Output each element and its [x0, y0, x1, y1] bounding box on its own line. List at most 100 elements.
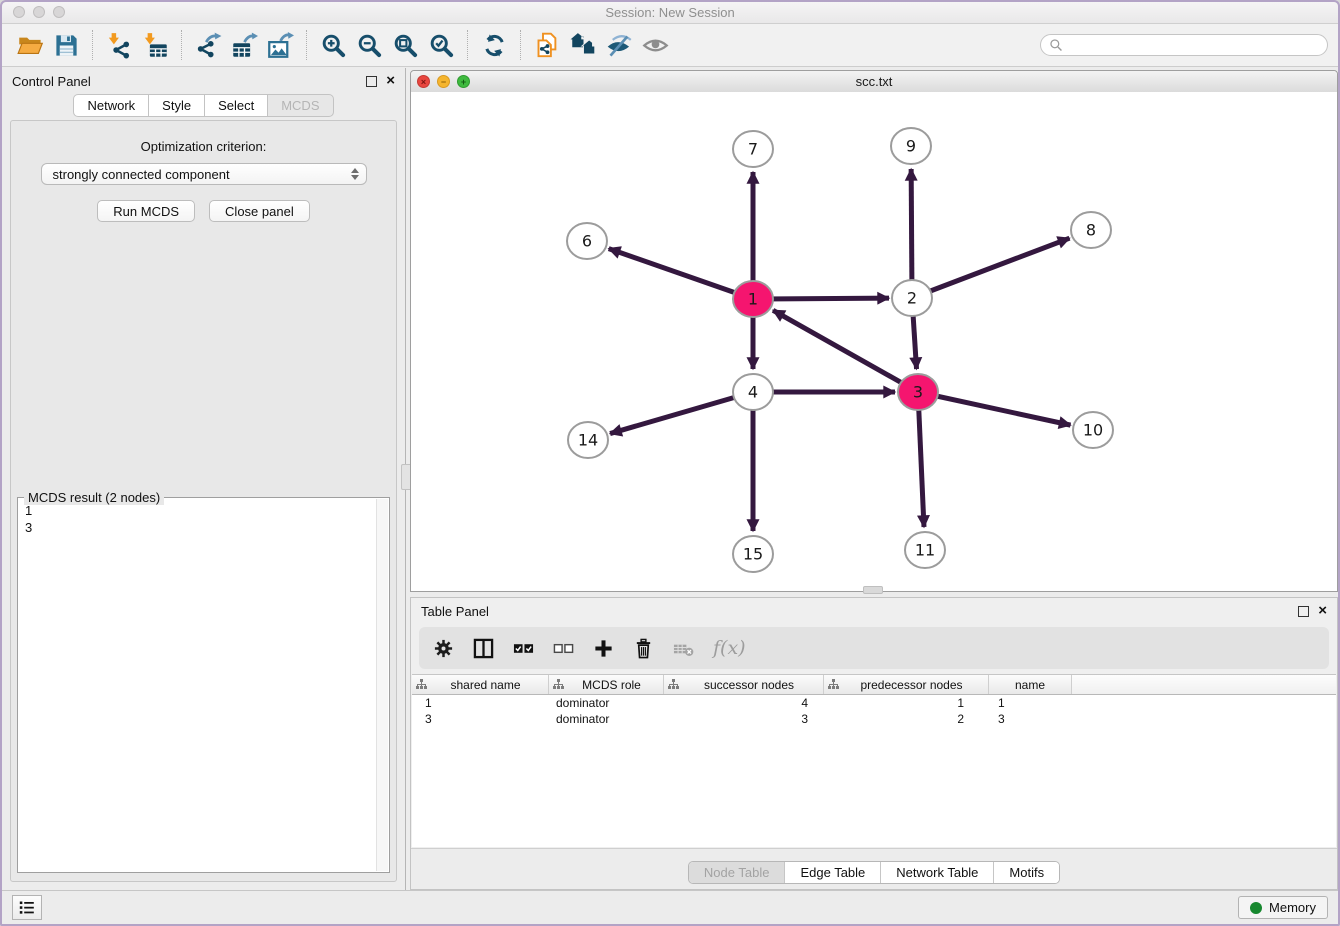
tab-node-table[interactable]: Node Table [689, 862, 785, 883]
result-item[interactable]: 3 [25, 519, 382, 536]
open-session-button[interactable] [12, 28, 48, 62]
open-folder-icon [17, 32, 44, 59]
graph-node-14[interactable]: 14 [568, 422, 608, 458]
graph-node-2[interactable]: 2 [892, 280, 932, 316]
save-session-button[interactable] [48, 28, 84, 62]
show-all-button[interactable] [637, 28, 673, 62]
tab-network-table[interactable]: Network Table [880, 862, 993, 883]
table-header: shared name MCDS role successor nodes pr… [412, 674, 1336, 695]
column-header-mcds-role[interactable]: MCDS role [549, 675, 664, 694]
graph-node-6[interactable]: 6 [567, 223, 607, 259]
graph-node-10[interactable]: 10 [1073, 412, 1113, 448]
graph-node-7[interactable]: 7 [733, 131, 773, 167]
tab-mcds[interactable]: MCDS [267, 94, 333, 117]
delete-columns-button[interactable] [633, 635, 654, 661]
network-window-titlebar: × − + scc.txt [411, 71, 1337, 93]
float-table-panel-icon[interactable] [1298, 606, 1309, 617]
control-panel-title: Control Panel [12, 74, 91, 89]
column-header-name[interactable]: name [989, 675, 1072, 694]
import-network-button[interactable] [101, 28, 137, 62]
graph-edge-2-9[interactable] [911, 169, 912, 298]
table-panel: Table Panel × [410, 597, 1338, 890]
select-all-columns-button[interactable] [513, 635, 534, 661]
graph-node-15[interactable]: 15 [733, 536, 773, 572]
network-title: scc.txt [411, 74, 1337, 89]
clone-network-button[interactable] [529, 28, 565, 62]
unselect-all-columns-button[interactable] [553, 635, 574, 661]
result-scrollbar[interactable] [376, 499, 388, 871]
import-table-button[interactable] [137, 28, 173, 62]
search-input[interactable] [1068, 37, 1319, 54]
run-mcds-button[interactable]: Run MCDS [97, 200, 195, 222]
tab-edge-table[interactable]: Edge Table [784, 862, 880, 883]
zoom-selected-button[interactable] [423, 28, 459, 62]
graph-node-8[interactable]: 8 [1071, 212, 1111, 248]
zoom-fit-icon [392, 32, 419, 59]
export-table-button[interactable] [226, 28, 262, 62]
svg-text:1: 1 [748, 290, 758, 309]
export-network-button[interactable] [190, 28, 226, 62]
optimization-criterion-select[interactable]: strongly connected component [41, 163, 367, 185]
tab-style[interactable]: Style [148, 94, 205, 117]
graph-edge-4-14[interactable] [610, 392, 753, 434]
zoom-in-icon [320, 32, 347, 59]
unchecked-boxes-icon [553, 638, 574, 659]
zoom-fit-button[interactable] [387, 28, 423, 62]
graph-node-9[interactable]: 9 [891, 128, 931, 164]
show-columns-button[interactable] [473, 635, 494, 661]
zoom-out-button[interactable] [351, 28, 387, 62]
float-panel-icon[interactable] [366, 76, 377, 87]
window-title: Session: New Session [2, 5, 1338, 20]
clone-network-icon [534, 32, 561, 59]
eye-icon [642, 32, 669, 59]
graph-edge-3-11[interactable] [918, 392, 924, 527]
svg-text:15: 15 [743, 545, 763, 564]
trash-icon [633, 638, 654, 659]
memory-button[interactable]: Memory [1238, 896, 1328, 919]
graph-node-1[interactable]: 1 [733, 281, 773, 317]
zoom-in-button[interactable] [315, 28, 351, 62]
table-row[interactable]: 1 dominator 4 1 1 [412, 695, 1336, 711]
main-titlebar: Session: New Session [2, 2, 1338, 24]
network-view-window: × − + scc.txt 7 9 6 8 1 2 4 3 14 10 15 11 [410, 70, 1338, 592]
tab-network[interactable]: Network [73, 94, 149, 117]
graph-edge-1-6[interactable] [609, 249, 753, 299]
save-floppy-icon [53, 32, 80, 59]
network-graph-canvas[interactable]: 7 9 6 8 1 2 4 3 14 10 15 11 [411, 92, 1337, 591]
close-panel-button[interactable]: Close panel [209, 200, 310, 222]
tab-select[interactable]: Select [204, 94, 268, 117]
column-header-successor-nodes[interactable]: successor nodes [664, 675, 824, 694]
graph-edge-3-10[interactable] [918, 392, 1071, 425]
create-column-button[interactable] [593, 635, 614, 661]
hierarchy-icon [828, 679, 839, 690]
graph-node-3[interactable]: 3 [898, 374, 938, 410]
result-item[interactable]: 1 [25, 502, 382, 519]
graph-node-11[interactable]: 11 [905, 532, 945, 568]
svg-text:9: 9 [906, 137, 916, 156]
first-neighbors-button[interactable] [565, 28, 601, 62]
function-builder-button[interactable]: f(x) [713, 635, 746, 661]
graph-edge-3-1[interactable] [773, 310, 918, 392]
horizontal-splitter-handle[interactable] [863, 586, 883, 594]
tab-motifs[interactable]: Motifs [993, 862, 1059, 883]
table-settings-button[interactable] [433, 635, 454, 661]
import-network-icon [106, 32, 133, 59]
toolbar-separator [467, 30, 468, 60]
mcds-result-list[interactable]: 1 3 [19, 499, 388, 871]
column-header-predecessor-nodes[interactable]: predecessor nodes [824, 675, 989, 694]
zoom-selected-icon [428, 32, 455, 59]
table-row[interactable]: 3 dominator 3 2 3 [412, 711, 1336, 727]
search-box[interactable] [1040, 34, 1328, 56]
column-header-shared-name[interactable]: shared name [412, 675, 549, 694]
hide-selected-button[interactable] [601, 28, 637, 62]
memory-label: Memory [1269, 900, 1316, 915]
table-tabs-strip: Node Table Edge Table Network Table Moti… [411, 848, 1337, 889]
graph-edge-2-8[interactable] [912, 238, 1069, 298]
apply-layout-button[interactable] [476, 28, 512, 62]
close-table-panel-icon[interactable]: × [1318, 605, 1327, 617]
export-image-button[interactable] [262, 28, 298, 62]
close-panel-icon[interactable]: × [386, 75, 395, 87]
task-history-button[interactable] [12, 895, 42, 920]
delete-table-button[interactable] [673, 635, 694, 661]
graph-node-4[interactable]: 4 [733, 374, 773, 410]
